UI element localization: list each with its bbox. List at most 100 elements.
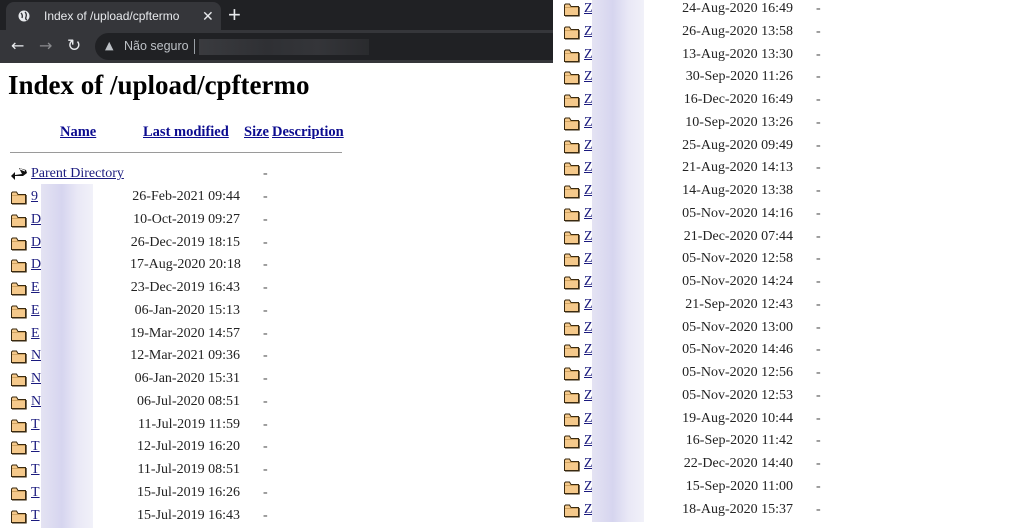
folder-icon: [11, 350, 27, 364]
folder-link[interactable]: 9: [31, 189, 38, 205]
size-cell: -: [263, 462, 268, 477]
name-redacted: [592, 200, 644, 226]
size-cell: -: [263, 484, 268, 500]
column-header-last-modified[interactable]: Last modified: [143, 124, 229, 141]
last-modified-cell: 16-Sep-2020 11:42: [685, 433, 793, 449]
directory-listing-continued: Z 24-Aug-2020 16:49 - Z 26-Aug-2020 13:5…: [553, 0, 1024, 526]
size-cell: -: [263, 325, 268, 341]
folder-icon: [564, 435, 580, 449]
folder-icon: [564, 367, 580, 381]
browser-toolbar: ← → ↻ ▲ Não seguro: [0, 30, 565, 63]
folder-link[interactable]: T: [31, 485, 40, 501]
browser-window-frame: Index of /upload/cpftermo ✕ + ← → ↻ ▲ Nã…: [0, 0, 565, 63]
parent-directory-link[interactable]: Parent Directory: [31, 166, 124, 182]
last-modified-cell: 06-Jan-2020 15:31: [134, 371, 240, 386]
table-row: D 17-Aug-2020 20:18 -: [0, 252, 553, 278]
folder-icon: [564, 26, 580, 40]
size-cell: -: [816, 183, 821, 198]
last-modified-cell: 21-Aug-2020 14:13: [682, 160, 793, 176]
last-modified-cell: 05-Nov-2020 14:24: [682, 274, 793, 289]
column-header-size[interactable]: Size: [244, 124, 269, 141]
table-row: Z 16-Sep-2020 11:42 -: [553, 428, 1024, 454]
folder-icon: [564, 253, 580, 267]
folder-link[interactable]: N: [31, 394, 41, 410]
page-title: Index of /upload/cpftermo: [8, 70, 310, 100]
folder-link[interactable]: D: [31, 212, 41, 228]
column-header-description[interactable]: Description: [272, 124, 344, 141]
last-modified-cell: 10-Oct-2019 09:27: [133, 211, 240, 227]
folder-icon: [564, 390, 580, 404]
name-redacted: [592, 155, 644, 181]
folder-link[interactable]: T: [31, 508, 40, 524]
name-redacted: [592, 87, 644, 112]
table-row: 9 26-Feb-2021 09:44 -: [0, 184, 553, 209]
folder-icon: [564, 276, 580, 290]
folder-icon: [11, 373, 27, 387]
name-redacted: [41, 388, 93, 414]
name-redacted: [592, 291, 644, 317]
name-redacted: [41, 411, 93, 437]
last-modified-cell: 14-Aug-2020 13:38: [682, 183, 793, 198]
name-redacted: [592, 360, 644, 385]
size-cell: -: [816, 251, 821, 267]
address-bar[interactable]: ▲ Não seguro: [95, 33, 565, 60]
tab-active[interactable]: Index of /upload/cpftermo ✕: [6, 2, 221, 30]
folder-link[interactable]: E: [31, 280, 40, 296]
folder-link[interactable]: E: [31, 303, 40, 319]
name-redacted: [41, 206, 93, 232]
last-modified-cell: 21-Dec-2020 07:44: [683, 228, 793, 244]
url-redacted[interactable]: [199, 39, 369, 55]
folder-link[interactable]: N: [31, 348, 41, 364]
new-tab-button[interactable]: +: [228, 2, 241, 28]
size-cell: -: [263, 211, 268, 227]
size-cell: -: [816, 92, 821, 107]
table-row: Z 25-Aug-2020 09:49 -: [553, 132, 1024, 158]
last-modified-cell: 12-Jul-2019 16:20: [136, 439, 240, 455]
last-modified-cell: 24-Aug-2020 16:49: [682, 1, 793, 16]
table-row: Z 05-Nov-2020 12:56 -: [553, 360, 1024, 385]
table-row: T 12-Jul-2019 16:20 -: [0, 434, 553, 460]
name-redacted: [592, 64, 644, 90]
folder-icon: [11, 191, 27, 205]
table-row: Z 21-Sep-2020 12:43 -: [553, 291, 1024, 317]
warning-icon[interactable]: ▲: [105, 39, 113, 52]
folder-link[interactable]: D: [31, 235, 41, 251]
reload-icon[interactable]: ↻: [67, 36, 81, 56]
name-redacted: [41, 320, 93, 346]
name-redacted: [592, 269, 644, 294]
folder-icon: [11, 237, 27, 250]
table-row: Z 05-Nov-2020 14:16 -: [553, 200, 1024, 226]
size-cell: -: [263, 371, 268, 386]
last-modified-cell: 05-Nov-2020 14:16: [682, 205, 793, 221]
last-modified-cell: 25-Aug-2020 09:49: [682, 137, 793, 153]
name-redacted: [592, 18, 644, 44]
folder-link[interactable]: T: [31, 417, 40, 433]
folder-icon: [11, 510, 27, 523]
size-cell: -: [816, 456, 821, 471]
back-arrow-icon: [11, 168, 27, 180]
folder-icon: [564, 3, 580, 17]
size-cell: -: [263, 439, 268, 455]
name-redacted: [41, 366, 93, 391]
size-cell: -: [816, 387, 821, 403]
name-redacted: [592, 473, 644, 499]
last-modified-cell: 26-Feb-2021 09:44: [132, 189, 240, 204]
folder-link[interactable]: T: [31, 462, 40, 478]
folder-icon: [564, 140, 580, 153]
table-row: Z 05-Nov-2020 12:58 -: [553, 246, 1024, 272]
folder-link[interactable]: T: [31, 439, 40, 455]
size-cell: -: [263, 507, 268, 523]
back-arrow-icon[interactable]: ←: [11, 36, 24, 56]
forward-arrow-icon[interactable]: →: [39, 36, 52, 56]
last-modified-cell: 11-Jul-2019 08:51: [137, 462, 240, 477]
table-row: D 10-Oct-2019 09:27 -: [0, 206, 553, 232]
last-modified-cell: 05-Nov-2020 12:56: [682, 365, 793, 380]
last-modified-cell: 26-Dec-2019 18:15: [130, 234, 240, 250]
folder-link[interactable]: N: [31, 371, 41, 387]
column-header-name[interactable]: Name: [60, 124, 96, 141]
name-redacted: [592, 109, 644, 135]
folder-link[interactable]: D: [31, 257, 41, 273]
folder-link[interactable]: E: [31, 326, 40, 342]
security-status[interactable]: Não seguro: [124, 39, 189, 53]
tab-close-icon[interactable]: ✕: [202, 7, 214, 25]
